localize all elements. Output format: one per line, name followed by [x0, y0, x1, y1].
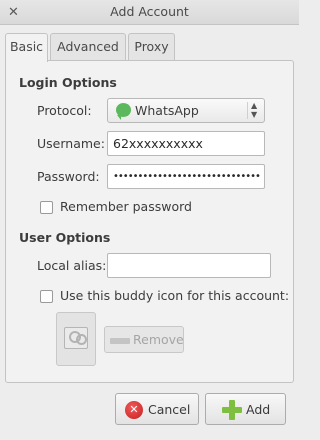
title-bar: ✕ Add Account: [0, 0, 299, 25]
protocol-value: WhatsApp: [135, 103, 199, 118]
username-label: Username:: [37, 136, 105, 151]
login-options-heading: Login Options: [19, 75, 117, 90]
buddy-icon-label: Use this buddy icon for this account:: [60, 288, 290, 303]
buddy-icon-checkbox[interactable]: [40, 290, 53, 303]
tab-advanced[interactable]: Advanced: [50, 33, 126, 60]
local-alias-label: Local alias:: [37, 258, 107, 273]
add-label: Add: [246, 402, 271, 417]
remember-password-checkbox[interactable]: [40, 201, 53, 214]
buddy-icon-button[interactable]: [56, 312, 96, 366]
protocol-label: Protocol:: [37, 103, 92, 118]
tab-basic[interactable]: Basic: [5, 33, 48, 62]
combo-separator: [247, 102, 248, 119]
user-options-heading: User Options: [19, 230, 111, 245]
cancel-icon: ✕: [125, 401, 143, 419]
password-label: Password:: [37, 169, 100, 184]
up-down-arrows-icon: ▲ ▼: [251, 101, 258, 119]
remember-password-label: Remember password: [60, 199, 192, 214]
cancel-label: Cancel: [148, 402, 191, 417]
whatsapp-icon: [116, 103, 131, 120]
password-field[interactable]: ••••••••••••••••••••••••••••••: [107, 164, 265, 189]
window-title: Add Account: [110, 4, 189, 19]
add-button[interactable]: Add: [205, 393, 286, 425]
plus-icon: [222, 400, 242, 420]
protocol-select[interactable]: WhatsApp ▲ ▼: [107, 98, 265, 123]
tab-proxy[interactable]: Proxy: [128, 33, 175, 60]
remove-icon: [110, 338, 130, 344]
remove-label: Remove: [133, 332, 184, 347]
username-field[interactable]: 62xxxxxxxxxx: [107, 131, 265, 156]
remove-button[interactable]: Remove: [104, 326, 184, 353]
local-alias-field[interactable]: [107, 253, 271, 278]
buddy-image-icon: [64, 327, 88, 349]
cancel-button[interactable]: ✕ Cancel: [115, 393, 199, 425]
